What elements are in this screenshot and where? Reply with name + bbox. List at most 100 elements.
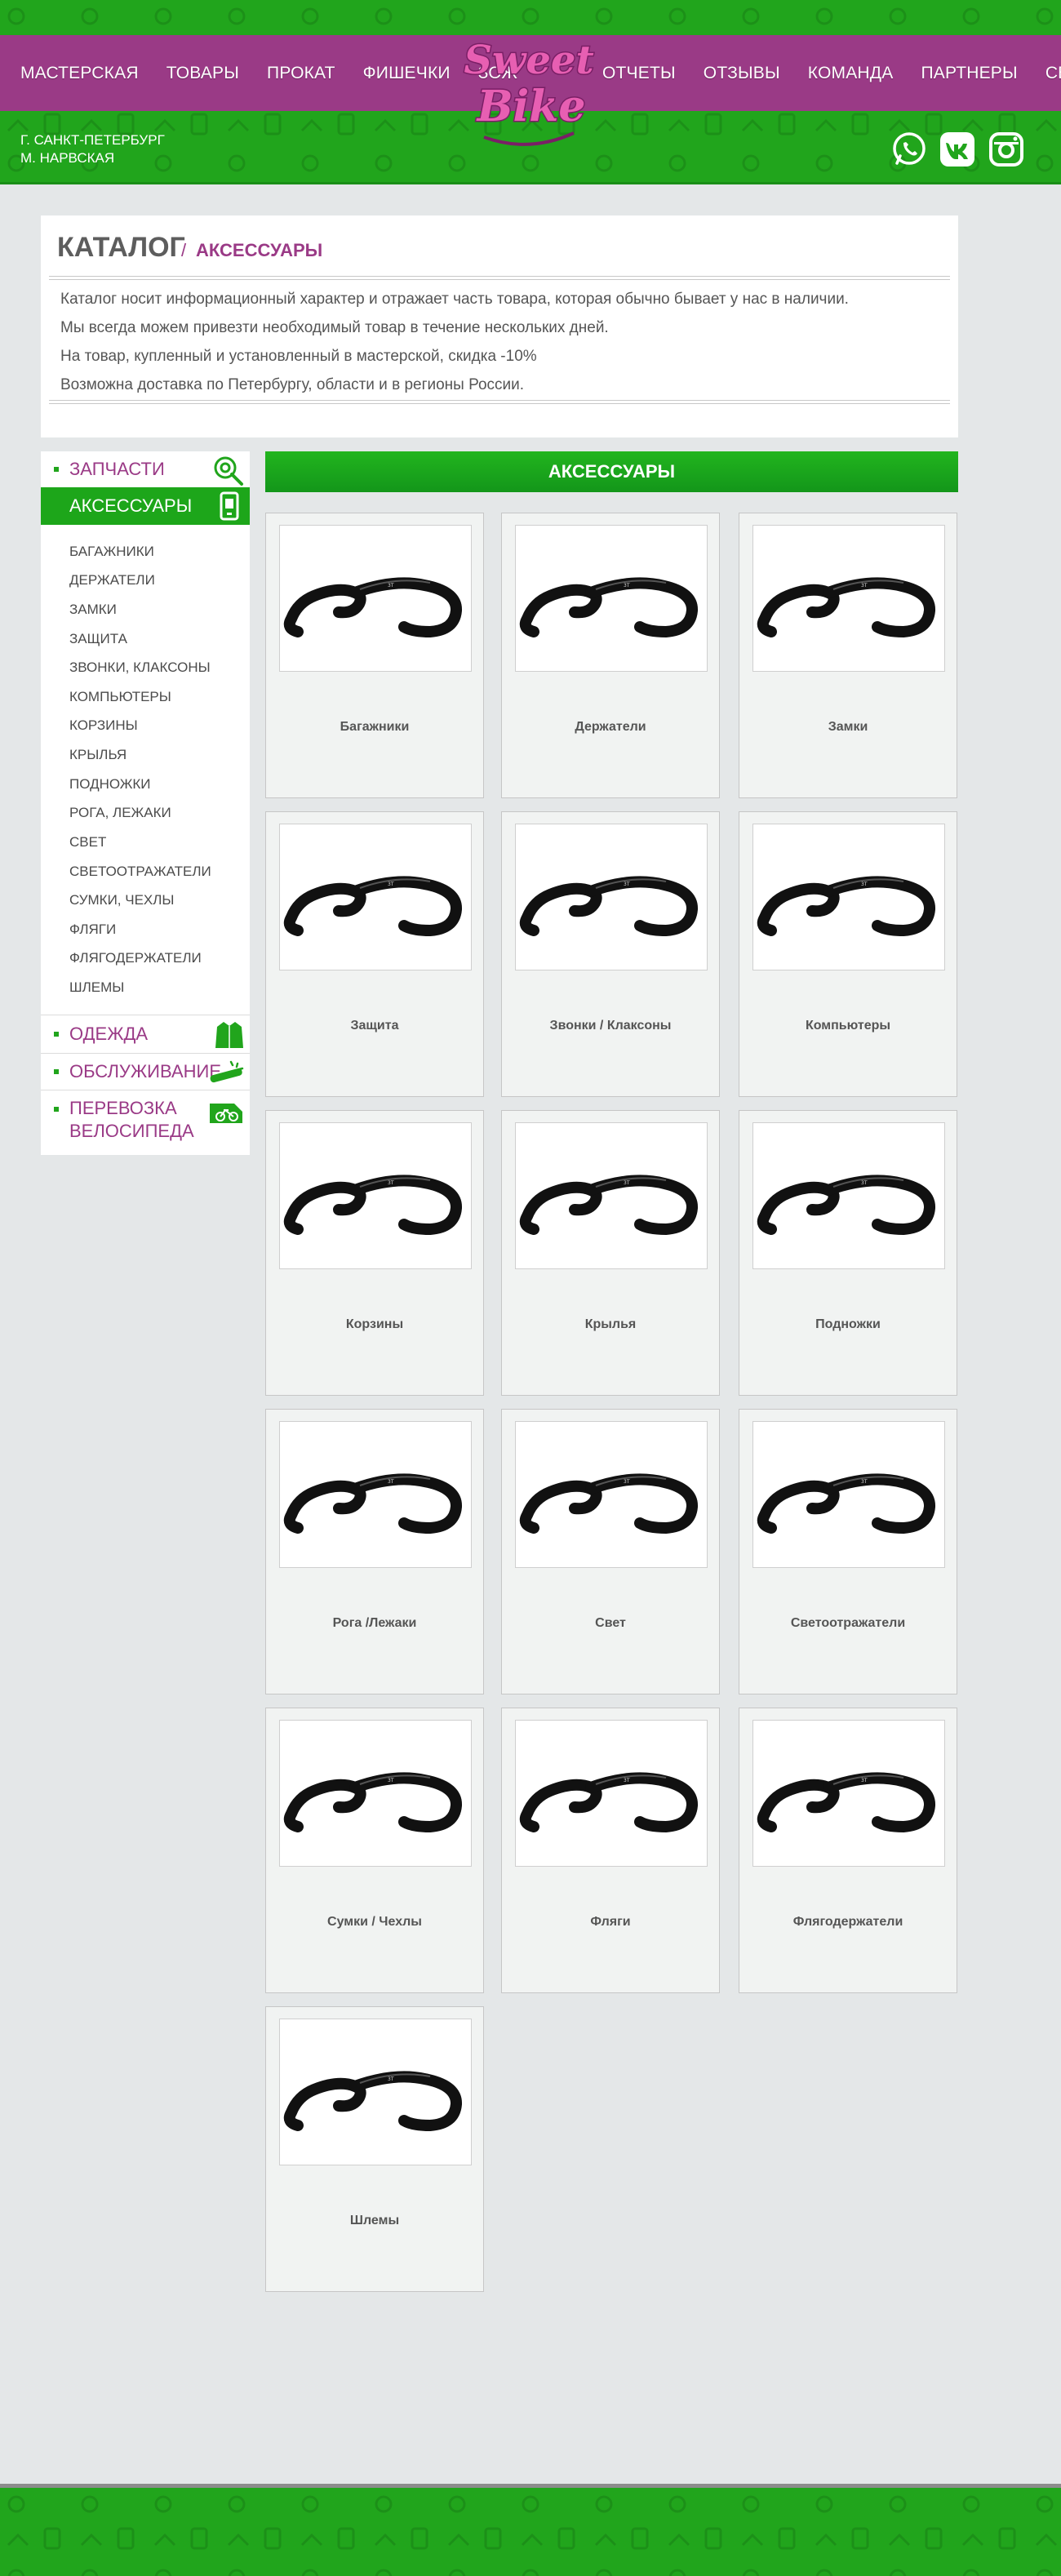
info-line: На товар, купленный и установленный в ма…: [60, 348, 537, 365]
svg-text:3T: 3T: [388, 1479, 394, 1485]
product-image[interactable]: 3T: [279, 525, 472, 672]
sidebar-subitem[interactable]: ШЛЕМЫ: [69, 979, 124, 996]
product-caption[interactable]: Свет: [502, 1616, 719, 1631]
product-caption[interactable]: Защита: [266, 1019, 483, 1033]
product-image[interactable]: 3T: [515, 525, 708, 672]
product-image[interactable]: 3T: [515, 824, 708, 970]
logo[interactable]: Sweet Bike: [459, 15, 598, 153]
divider: [49, 276, 950, 280]
product-caption[interactable]: Крылья: [502, 1317, 719, 1332]
nav-item-workshop[interactable]: МАСТЕРСКАЯ: [20, 64, 139, 83]
product-card[interactable]: 3T Защита: [265, 811, 484, 1097]
product-image[interactable]: 3T: [279, 1720, 472, 1867]
nav-item-features[interactable]: ФИШЕЧКИ: [363, 64, 451, 83]
sidebar-subitem[interactable]: ФЛЯГИ: [69, 922, 116, 938]
sidebar-item-label: ВЕЛОСИПЕДА: [69, 1121, 194, 1141]
sidebar-item-accessories[interactable]: АКСЕССУАРЫ: [41, 487, 250, 525]
sidebar-subitem[interactable]: СВЕТ: [69, 834, 106, 851]
handlebar-image: 3T: [283, 1473, 462, 1534]
instagram-icon[interactable]: [988, 131, 1025, 168]
product-image[interactable]: 3T: [279, 824, 472, 970]
product-caption[interactable]: Багажники: [266, 720, 483, 735]
product-card[interactable]: 3T Свет: [501, 1409, 720, 1694]
sidebar-subitem[interactable]: ПОДНОЖКИ: [69, 776, 151, 793]
product-card[interactable]: 3T Рога /Лежаки: [265, 1409, 484, 1694]
bullet: [54, 1107, 59, 1112]
product-image[interactable]: 3T: [515, 1122, 708, 1269]
breadcrumb-current[interactable]: АКСЕССУАРЫ: [196, 240, 322, 261]
product-image[interactable]: 3T: [752, 1720, 945, 1867]
nav-item-contact[interactable]: СВЯЗЬ: [1045, 64, 1061, 83]
product-caption[interactable]: Замки: [739, 720, 957, 735]
sidebar-subitem[interactable]: ЗВОНКИ, КЛАКСОНЫ: [69, 660, 211, 676]
product-image[interactable]: 3T: [515, 1720, 708, 1867]
sidebar-subitem[interactable]: РОГА, ЛЕЖАКИ: [69, 805, 171, 821]
sidebar-subitem[interactable]: ЗАЩИТА: [69, 631, 127, 647]
nav-item-goods[interactable]: ТОВАРЫ: [166, 64, 239, 83]
product-image[interactable]: 3T: [752, 1122, 945, 1269]
sidebar-subitem[interactable]: КОМПЬЮТЕРЫ: [69, 689, 171, 705]
product-caption[interactable]: Шлемы: [266, 2214, 483, 2228]
sidebar-subitem[interactable]: ФЛЯГОДЕРЖАТЕЛИ: [69, 950, 202, 966]
product-image[interactable]: 3T: [515, 1421, 708, 1568]
sidebar-item-label: АКСЕССУАРЫ: [69, 495, 193, 516]
product-caption[interactable]: Фляги: [502, 1915, 719, 1930]
product-card[interactable]: 3T Корзины: [265, 1110, 484, 1396]
footer-pattern: [0, 2488, 1061, 2576]
handlebar-image: 3T: [283, 876, 462, 937]
product-image[interactable]: 3T: [752, 525, 945, 672]
product-image[interactable]: 3T: [752, 824, 945, 970]
product-image[interactable]: 3T: [279, 1122, 472, 1269]
handlebar-image: 3T: [757, 577, 935, 638]
product-caption[interactable]: Сумки / Чехлы: [266, 1915, 483, 1930]
product-card[interactable]: 3T Замки: [739, 513, 957, 798]
nav-left: МАСТЕРСКАЯ ТОВАРЫ ПРОКАТ ФИШЕЧКИ ЗОЖ: [20, 35, 517, 111]
nav-item-reviews[interactable]: ОТЗЫВЫ: [704, 64, 780, 83]
product-card[interactable]: 3T Багажники: [265, 513, 484, 798]
svg-text:3T: 3T: [624, 583, 630, 588]
product-caption[interactable]: Рога /Лежаки: [266, 1616, 483, 1631]
product-card[interactable]: 3T Сумки / Чехлы: [265, 1708, 484, 1993]
product-caption[interactable]: Держатели: [502, 720, 719, 735]
product-image[interactable]: 3T: [279, 1421, 472, 1568]
product-caption[interactable]: Звонки / Клаксоны: [502, 1019, 719, 1033]
product-card[interactable]: 3T Крылья: [501, 1110, 720, 1396]
nav-item-reports[interactable]: ОТЧЕТЫ: [602, 64, 676, 83]
whatsapp-icon[interactable]: [890, 131, 928, 168]
product-card[interactable]: 3T Светоотражатели: [739, 1409, 957, 1694]
vk-icon[interactable]: [939, 131, 976, 168]
sidebar-subitem[interactable]: КРЫЛЬЯ: [69, 747, 127, 763]
sidebar-subitem[interactable]: СВЕТООТРАЖАТЕЛИ: [69, 864, 211, 880]
product-card[interactable]: 3T Звонки / Клаксоны: [501, 811, 720, 1097]
sidebar-item-service[interactable]: ОБСЛУЖИВАНИЕ: [41, 1054, 250, 1090]
info-line: Мы всегда можем привезти необходимый тов…: [60, 319, 609, 336]
product-image[interactable]: 3T: [752, 1421, 945, 1568]
product-card[interactable]: 3T Держатели: [501, 513, 720, 798]
city-address: Г. САНКТ-ПЕТЕРБУРГ М. НАРВСКАЯ: [20, 131, 165, 167]
nav-item-partners[interactable]: ПАРТНЕРЫ: [921, 64, 1017, 83]
nav-item-rental[interactable]: ПРОКАТ: [267, 64, 335, 83]
product-card[interactable]: 3T Компьютеры: [739, 811, 957, 1097]
product-caption[interactable]: Подножки: [739, 1317, 957, 1332]
sidebar-subitem[interactable]: ЗАМКИ: [69, 602, 117, 618]
product-card[interactable]: 3T Подножки: [739, 1110, 957, 1396]
category-header: АКСЕССУАРЫ: [265, 451, 958, 492]
nav-item-team[interactable]: КОМАНДА: [808, 64, 894, 83]
product-image[interactable]: 3T: [279, 2019, 472, 2165]
sidebar-item-clothes[interactable]: ОДЕЖДА: [41, 1015, 250, 1053]
product-caption[interactable]: Светоотражатели: [739, 1616, 957, 1631]
sidebar-item-transport[interactable]: ПЕРЕВОЗКА ВЕЛОСИПЕДА: [41, 1090, 250, 1155]
product-caption[interactable]: Компьютеры: [739, 1019, 957, 1033]
bullet: [54, 1069, 59, 1074]
product-caption[interactable]: Корзины: [266, 1317, 483, 1332]
svg-text:3T: 3T: [388, 583, 394, 588]
product-card[interactable]: 3T Фляги: [501, 1708, 720, 1993]
sidebar-subitem[interactable]: СУМКИ, ЧЕХЛЫ: [69, 892, 174, 908]
sidebar-item-parts[interactable]: ЗАПЧАСТИ: [41, 451, 250, 487]
product-card[interactable]: 3T Флягодержатели: [739, 1708, 957, 1993]
product-caption[interactable]: Флягодержатели: [739, 1915, 957, 1930]
sidebar-subitem[interactable]: КОРЗИНЫ: [69, 717, 138, 734]
sidebar-subitem[interactable]: ДЕРЖАТЕЛИ: [69, 572, 155, 588]
sidebar-subitem[interactable]: БАГАЖНИКИ: [69, 544, 154, 560]
product-card[interactable]: 3T Шлемы: [265, 2006, 484, 2292]
